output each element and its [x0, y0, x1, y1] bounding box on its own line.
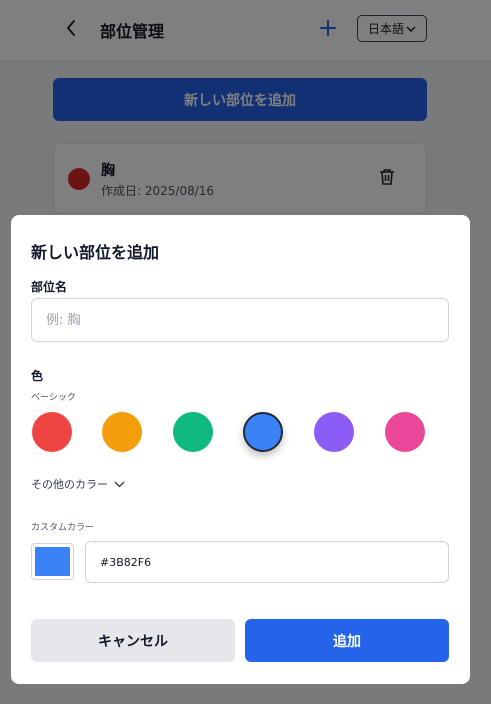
- part-name-label: 部位名: [31, 280, 68, 294]
- color-label: 色: [31, 369, 44, 383]
- add-button[interactable]: 追加: [245, 619, 449, 662]
- modal-title: 新しい部位を追加: [31, 243, 160, 262]
- color-swatch-pink[interactable]: [385, 412, 425, 452]
- color-swatch-amber[interactable]: [102, 412, 142, 452]
- chevron-down-icon: [114, 481, 125, 488]
- hex-color-input[interactable]: [85, 541, 449, 583]
- add-part-modal: 新しい部位を追加 部位名 色 ベーシック その他のカラー カスタムカラー キャン…: [11, 215, 470, 684]
- cancel-button[interactable]: キャンセル: [31, 619, 235, 662]
- part-name-input[interactable]: [31, 298, 449, 342]
- color-swatch-blue[interactable]: [243, 412, 283, 452]
- custom-color-preview: [35, 547, 70, 576]
- basic-colors-label: ベーシック: [31, 393, 76, 403]
- custom-color-label: カスタムカラー: [31, 523, 95, 533]
- more-colors-label: その他のカラー: [31, 478, 108, 491]
- color-swatch-green[interactable]: [173, 412, 213, 452]
- more-colors-toggle[interactable]: その他のカラー: [31, 476, 125, 492]
- custom-color-picker[interactable]: [31, 543, 74, 580]
- color-swatch-red[interactable]: [32, 412, 72, 452]
- color-swatch-purple[interactable]: [314, 412, 354, 452]
